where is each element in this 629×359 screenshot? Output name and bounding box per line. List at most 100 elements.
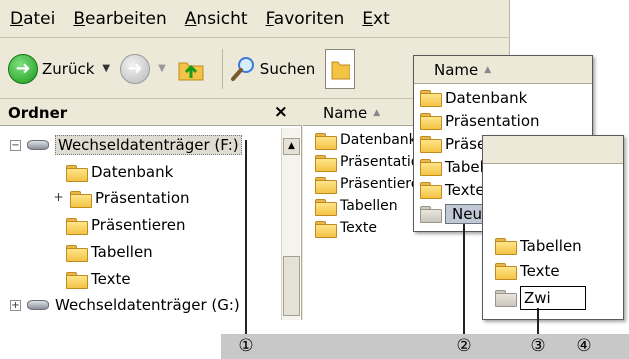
folder-icon	[315, 154, 337, 172]
collapse-icon[interactable]: −	[10, 139, 21, 151]
menu-datei[interactable]: Datei	[10, 9, 55, 29]
menu-favoriten-rest: avoriten	[273, 8, 345, 29]
folder-icon	[420, 136, 442, 153]
callout-number-1: ①	[238, 336, 254, 356]
tree-item-label: Wechseldatenträger (G:)	[55, 296, 240, 314]
scroll-thumb[interactable]	[283, 256, 300, 316]
list-item[interactable]: Datenbank	[420, 86, 527, 109]
callout-line-2	[463, 224, 465, 334]
tree-item-label: Präsentieren	[91, 216, 186, 234]
folder-icon	[315, 220, 337, 238]
list-item[interactable]: Präsentation	[420, 109, 540, 132]
up-folder-button[interactable]	[176, 54, 206, 84]
folder-icon	[315, 198, 337, 216]
folder-icon	[315, 176, 337, 194]
folder-icon	[495, 238, 517, 255]
menu-bearbeiten-rest: earbeiten	[85, 8, 167, 29]
menu-bearbeiten-accel: B	[73, 8, 86, 29]
tree-item-drive-f[interactable]: − Wechseldatenträger (F:)	[10, 132, 242, 158]
search-icon	[230, 56, 254, 81]
menu-bearbeiten[interactable]: Bearbeiten	[73, 9, 166, 29]
forward-button[interactable]: ➜ ▼	[120, 53, 166, 84]
expand-icon[interactable]: +	[10, 299, 21, 311]
menu-extras-rest: xt	[373, 8, 390, 29]
menu-datei-rest: atei	[23, 8, 56, 29]
folders-button[interactable]	[325, 48, 356, 89]
folder-icon	[420, 113, 442, 130]
folders-icon	[331, 61, 351, 79]
folder-up-icon	[178, 62, 204, 80]
callout-number-4: ④	[576, 336, 592, 356]
tree-item-praesentieren[interactable]: Präsentieren	[66, 212, 186, 238]
search-button[interactable]: Suchen	[229, 55, 316, 83]
folder-tree-scrollbar[interactable]: ▲	[281, 128, 300, 320]
scroll-up-icon[interactable]: ▲	[283, 138, 300, 155]
name-column-label: Name	[323, 103, 368, 122]
folder-icon	[66, 164, 88, 182]
list-item[interactable]: Texte	[495, 259, 560, 282]
tree-item-label: Wechseldatenträger (F:)	[55, 135, 242, 155]
list-item[interactable]: Texte	[315, 217, 377, 239]
folder-icon	[315, 132, 337, 150]
tree-item-texte[interactable]: Texte	[66, 266, 131, 292]
tree-item-label: Präsentation	[95, 189, 190, 207]
menu-extras-accel: E	[362, 8, 374, 29]
list-item[interactable]: Präsentation	[315, 151, 428, 173]
expand-icon[interactable]: +	[53, 191, 64, 204]
tree-item-label: Datenbank	[91, 163, 174, 181]
folder-icon	[66, 244, 88, 262]
forward-arrow-icon: ➜	[120, 53, 151, 84]
menu-ansicht[interactable]: Ansicht	[185, 9, 248, 29]
list-item[interactable]: Tabellen	[495, 234, 582, 257]
callout-line-1	[245, 140, 247, 334]
list-item-label: Texte	[445, 180, 485, 199]
forward-dropdown-icon[interactable]: ▼	[158, 63, 166, 74]
menu-favoriten-accel: F	[265, 8, 274, 29]
list-item[interactable]: Präsentieren	[315, 173, 428, 195]
list-item-label: Tabellen	[520, 236, 582, 255]
folder-icon	[495, 263, 517, 280]
folder-icon	[420, 159, 442, 176]
menu-favoriten[interactable]: Favoriten	[266, 9, 345, 29]
menu-ansicht-accel: A	[184, 8, 197, 29]
column-header	[483, 136, 623, 164]
tree-item-praesentation[interactable]: + Präsentation	[53, 185, 190, 211]
name-column-label: Name	[434, 60, 479, 79]
list-item[interactable]: Texte	[420, 178, 485, 201]
folder-icon	[420, 182, 442, 199]
back-dropdown-icon[interactable]: ▼	[102, 63, 110, 74]
folder-pane: Ordner × − Wechseldatenträger (F:) Daten…	[0, 100, 302, 320]
back-arrow-icon: ➜	[8, 53, 38, 84]
search-label: Suchen	[259, 59, 316, 78]
back-button[interactable]: ➜ Zurück ▼	[8, 53, 110, 84]
list-item[interactable]: Tabellen	[315, 195, 398, 217]
menu-bar: Datei Bearbeiten Ansicht Favoriten Ext	[0, 0, 509, 38]
rename-folder-detail-view: Tabellen Texte Zwi	[482, 135, 624, 320]
list-item-label: Datenbank	[340, 132, 417, 148]
renaming-folder-item[interactable]: Zwi	[495, 285, 586, 310]
back-label: Zurück	[42, 59, 95, 78]
list-item[interactable]: Datenbank	[315, 129, 417, 151]
name-column-header[interactable]: Name ▲	[414, 56, 592, 84]
rename-input[interactable]: Zwi	[520, 285, 586, 310]
tree-item-tabellen[interactable]: Tabellen	[66, 239, 153, 265]
callout-bar	[221, 334, 629, 359]
tree-item-drive-g[interactable]: + Wechseldatenträger (G:)	[10, 292, 240, 318]
drive-icon	[27, 140, 49, 150]
menu-extras[interactable]: Ext	[362, 9, 389, 29]
close-icon[interactable]: ×	[274, 102, 288, 122]
list-item-label: Texte	[520, 261, 560, 280]
folder-icon	[70, 190, 92, 208]
folder-pane-header: Ordner ×	[0, 100, 302, 126]
callout-number-2: ②	[456, 336, 472, 356]
drive-icon	[27, 300, 49, 310]
list-item-label: Präsentation	[445, 111, 540, 130]
menu-ansicht-rest: nsicht	[196, 8, 248, 29]
tree-item-datenbank[interactable]: Datenbank	[66, 159, 173, 185]
toolbar-separator	[221, 48, 223, 89]
folder-icon	[420, 90, 442, 107]
folder-icon	[495, 290, 517, 307]
callout-number-3: ③	[530, 336, 546, 356]
tree-item-label: Texte	[91, 270, 131, 288]
folder-icon	[66, 217, 88, 235]
